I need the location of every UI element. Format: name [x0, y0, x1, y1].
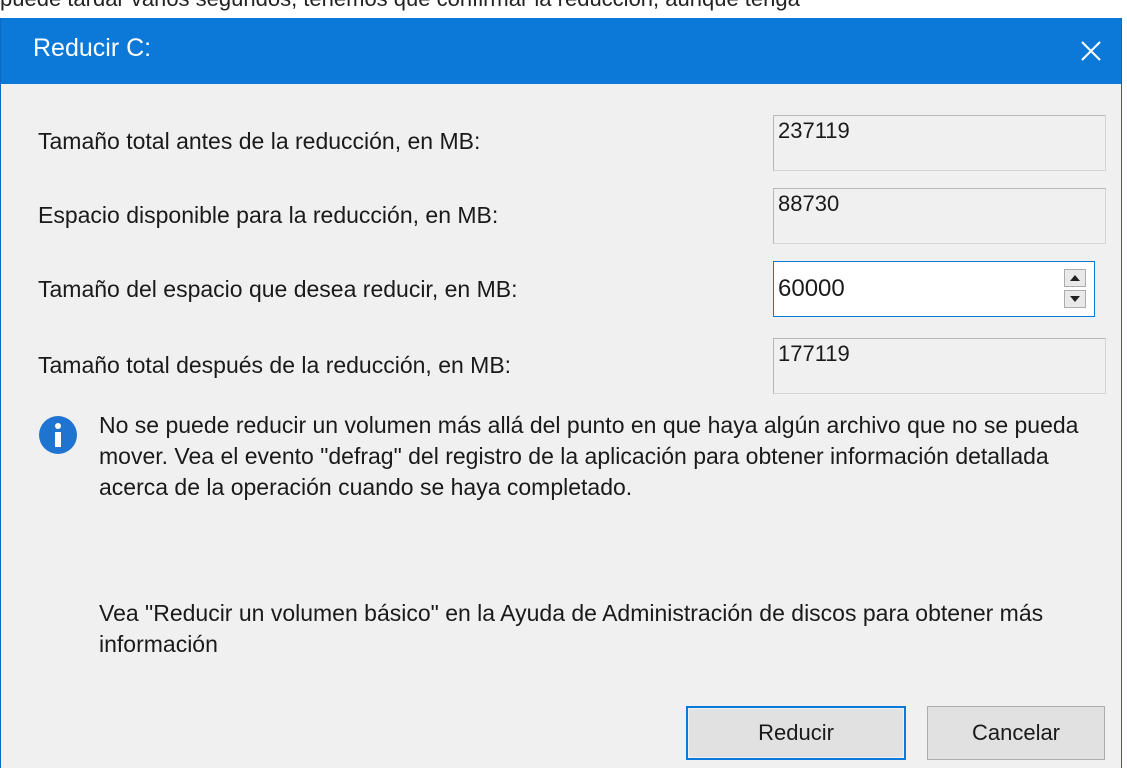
background-document-strip: puede tardar varios segundos, tenemos qu…: [0, 0, 1127, 18]
available-field: 88730: [773, 188, 1106, 244]
dialog-title: Reducir C:: [33, 34, 152, 62]
total-after-field: 177119: [773, 338, 1106, 394]
info-icon: [39, 416, 77, 454]
cancel-button[interactable]: Cancelar: [927, 706, 1105, 760]
available-label: Espacio disponible para la reducción, en…: [38, 202, 499, 228]
shrink-amount-input[interactable]: [774, 262, 1054, 316]
reduce-button[interactable]: Reducir: [686, 706, 906, 760]
shrink-amount-stepper[interactable]: [773, 261, 1095, 317]
spin-buttons: [1064, 269, 1088, 309]
total-before-field: 237119: [773, 115, 1106, 171]
total-after-value: 177119: [778, 341, 850, 366]
help-message: Vea "Reducir un volumen básico" en la Ay…: [99, 600, 1044, 657]
shrink-dialog: Reducir C: Tamaño total antes de la redu…: [0, 18, 1122, 768]
chevron-down-icon: [1070, 296, 1080, 302]
info-message: No se puede reducir un volumen más allá …: [99, 412, 1079, 500]
spin-down-button[interactable]: [1064, 290, 1086, 308]
title-bar[interactable]: Reducir C:: [1, 18, 1121, 84]
total-after-label: Tamaño total después de la reducción, en…: [38, 352, 512, 378]
close-icon: [1081, 41, 1101, 61]
chevron-up-icon: [1070, 275, 1080, 281]
total-before-label: Tamaño total antes de la reducción, en M…: [38, 128, 481, 154]
spin-up-button[interactable]: [1064, 269, 1086, 287]
available-value: 88730: [778, 191, 840, 216]
total-before-value: 237119: [778, 118, 850, 143]
shrink-amount-label: Tamaño del espacio que desea reducir, en…: [38, 276, 518, 302]
background-text: puede tardar varios segundos, tenemos qu…: [0, 0, 800, 12]
close-button[interactable]: [1061, 18, 1121, 84]
